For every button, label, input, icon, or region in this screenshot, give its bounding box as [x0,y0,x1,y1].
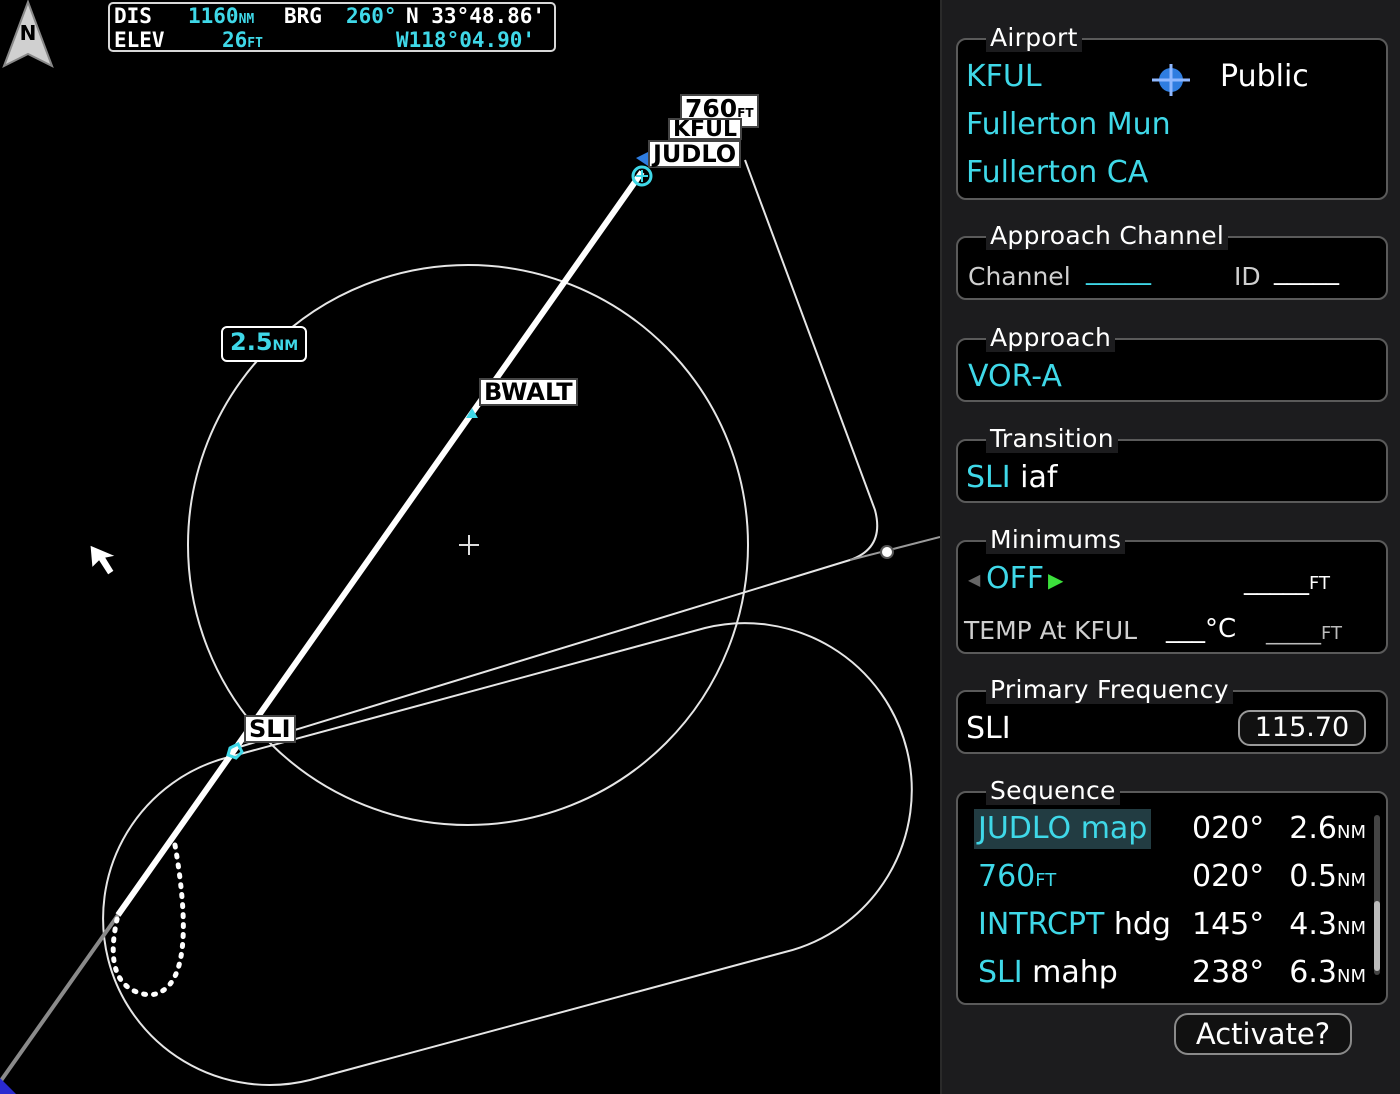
transition-value: SLI iaf [966,460,1058,495]
ownship-edge [0,1078,16,1094]
sli-label: SLI [244,715,296,743]
extended-course-line [849,536,940,561]
temp-alt-value: _____FT [1266,620,1343,645]
approach-value: VOR-A [968,359,1062,394]
latitude: N 33°48.86' [406,4,546,28]
north-arrow-icon[interactable]: N [0,0,58,72]
missed-approach-leg [235,159,879,749]
north-label: N [20,21,37,45]
bwalt-label: BWALT [479,378,578,406]
airport-type: Public [1220,59,1309,94]
dis-label: DIS [114,4,152,28]
approach-channel-group[interactable]: Approach Channel Channel _____ ID _____ [956,222,1388,300]
temp-value[interactable]: ___°C [1166,612,1236,646]
sequence-group: Sequence JUDLO map 020° 2.6NM 760FT 020°… [956,777,1388,1005]
minimums-group: Minimums ◀ OFF ▶ _____FT TEMP At KFUL __… [956,526,1388,654]
longitude: W118°04.90' [396,28,536,52]
final-approach-course [115,170,645,917]
range-ring-label: 2.5NM [221,326,308,362]
channel-label: Channel [968,262,1071,291]
activate-button[interactable]: Activate? [1174,1013,1352,1055]
temp-label: TEMP At KFUL [964,616,1138,645]
sequence-row-course: 238° [1192,955,1265,990]
id-label: ID [1234,262,1261,291]
inbound-extension [0,913,120,1084]
holding-pattern [102,622,913,1086]
sequence-row-dist: 4.3NM [1289,907,1366,942]
sequence-row-2[interactable]: 760FT 020° 0.5NM [974,857,1378,901]
minimums-right-arrow-icon[interactable]: ▶ [1048,568,1063,592]
channel-value: _____ [1086,256,1151,286]
minimums-mode[interactable]: OFF [986,562,1044,596]
airport-ident: KFUL [966,59,1042,94]
sequence-row-dist: 2.6NM [1289,811,1366,846]
sequence-row-course: 145° [1192,907,1265,942]
sequence-row-3[interactable]: INTRCPT hdg 145° 4.3NM [974,905,1378,949]
sequence-row-dist: 6.3NM [1289,955,1366,990]
brg-value: 260° [346,4,397,28]
sequence-row-dist: 0.5NM [1289,859,1366,894]
map-graphics [0,152,940,1094]
sequence-row-name: INTRCPT hdg [978,907,1171,942]
elev-label: ELEV [114,28,165,52]
cursor-info-box: DIS 1160NM BRG 260° N 33°48.86' ELEV 26F… [108,2,556,52]
sequence-row-course: 020° [1192,811,1265,846]
id-value: _____ [1274,256,1339,286]
airport-city: Fullerton CA [966,155,1149,190]
sequence-row-name: JUDLO map [974,809,1152,849]
airport-group[interactable]: Airport KFUL Public Fullerton Mun Fuller… [956,24,1388,200]
approach-group[interactable]: Approach VOR-A [956,324,1388,402]
airport-name: Fullerton Mun [966,107,1171,142]
judlo-label: JUDLO [648,140,742,168]
brg-label: BRG [284,4,322,28]
minimums-value[interactable]: _____FT [1244,564,1330,601]
moving-map[interactable]: DIS 1160NM BRG 260° N 33°48.86' ELEV 26F… [0,0,940,1094]
mouse-pointer [89,544,118,576]
primary-frequency-button[interactable]: 115.70 [1238,710,1366,746]
turn-point-marker [880,545,894,559]
approach-panel: Airport KFUL Public Fullerton Mun Fuller… [940,0,1400,1094]
approach-channel-title: Approach Channel [986,222,1229,250]
map-center-cross [459,535,479,555]
transition-title: Transition [986,425,1118,453]
sequence-row-4[interactable]: SLI mahp 238° 6.3NM [974,953,1378,997]
minimums-title: Minimums [986,526,1126,554]
minimums-left-arrow-icon[interactable]: ◀ [968,570,980,589]
sequence-row-1[interactable]: JUDLO map 020° 2.6NM [974,809,1378,853]
sequence-scrollbar[interactable] [1374,815,1380,975]
elev-value: 26FT [222,28,263,52]
airport-title: Airport [986,24,1082,52]
approach-title: Approach [986,324,1116,352]
primary-frequency-group: Primary Frequency SLI 115.70 [956,676,1388,754]
transition-group[interactable]: Transition SLI iaf [956,425,1388,503]
sequence-row-course: 020° [1192,859,1265,894]
sequence-row-name: 760FT [978,859,1057,894]
sequence-scrollbar-thumb[interactable] [1374,901,1380,971]
public-airport-icon [1152,64,1190,96]
primary-frequency-title: Primary Frequency [986,676,1233,704]
primary-frequency-ident: SLI [966,711,1011,746]
sequence-row-name: SLI mahp [978,955,1118,990]
airport-label: KFUL [668,118,742,140]
sequence-title: Sequence [986,777,1120,805]
